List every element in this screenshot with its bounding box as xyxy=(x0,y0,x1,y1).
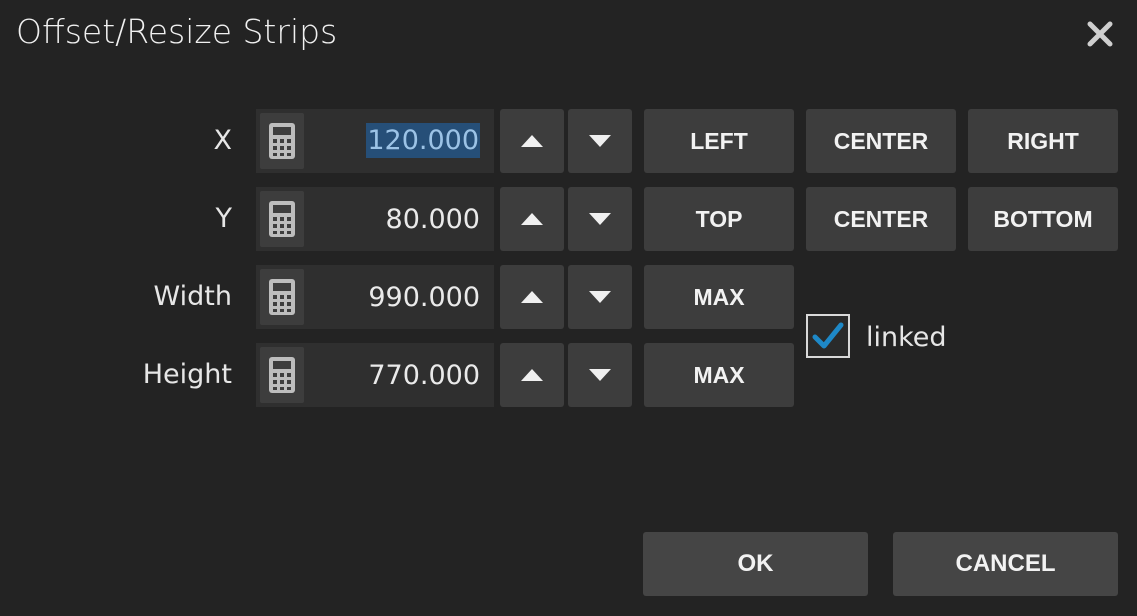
ok-button[interactable]: OK xyxy=(643,532,868,596)
arrow-down-icon xyxy=(589,291,611,303)
width-max-button[interactable]: MAX xyxy=(644,265,794,329)
dialog-title: Offset/Resize Strips xyxy=(16,12,338,51)
align-bottom-button[interactable]: BOTTOM xyxy=(968,187,1118,251)
x-label: X xyxy=(213,125,233,156)
arrow-down-icon xyxy=(589,135,611,147)
calculator-icon xyxy=(269,201,295,237)
arrow-up-icon xyxy=(521,291,543,303)
x-field: 120.000 xyxy=(256,109,494,173)
width-increment-button[interactable] xyxy=(500,265,564,329)
align-right-button[interactable]: RIGHT xyxy=(968,109,1118,173)
y-field xyxy=(256,187,494,251)
align-left-button[interactable]: LEFT xyxy=(644,109,794,173)
arrow-down-icon xyxy=(589,369,611,381)
align-center-y-button[interactable]: CENTER xyxy=(806,187,956,251)
height-increment-button[interactable] xyxy=(500,343,564,407)
arrow-up-icon xyxy=(521,213,543,225)
linked-checkbox[interactable] xyxy=(806,314,850,358)
height-calculator-button[interactable] xyxy=(260,347,304,403)
close-button[interactable] xyxy=(1086,20,1114,48)
width-decrement-button[interactable] xyxy=(568,265,632,329)
height-max-button[interactable]: MAX xyxy=(644,343,794,407)
y-input[interactable] xyxy=(312,187,480,251)
y-calculator-button[interactable] xyxy=(260,191,304,247)
calculator-icon xyxy=(269,357,295,393)
y-label: Y xyxy=(215,203,233,234)
height-decrement-button[interactable] xyxy=(568,343,632,407)
width-calculator-button[interactable] xyxy=(260,269,304,325)
width-input[interactable] xyxy=(312,265,480,329)
height-input[interactable] xyxy=(312,343,480,407)
align-center-x-button[interactable]: CENTER xyxy=(806,109,956,173)
linked-label: linked xyxy=(866,322,947,353)
x-decrement-button[interactable] xyxy=(568,109,632,173)
width-field xyxy=(256,265,494,329)
calculator-icon xyxy=(269,279,295,315)
checkmark-icon xyxy=(812,322,844,349)
x-calculator-button[interactable] xyxy=(260,113,304,169)
arrow-up-icon xyxy=(521,135,543,147)
width-label: Width xyxy=(153,281,232,312)
x-value-selected: 120.000 xyxy=(366,123,480,158)
cancel-button[interactable]: CANCEL xyxy=(893,532,1118,596)
close-icon xyxy=(1087,21,1113,47)
align-top-button[interactable]: TOP xyxy=(644,187,794,251)
arrow-up-icon xyxy=(521,369,543,381)
height-field xyxy=(256,343,494,407)
calculator-icon xyxy=(269,123,295,159)
height-label: Height xyxy=(142,359,232,390)
x-input[interactable]: 120.000 xyxy=(312,109,480,173)
x-increment-button[interactable] xyxy=(500,109,564,173)
y-decrement-button[interactable] xyxy=(568,187,632,251)
arrow-down-icon xyxy=(589,213,611,225)
y-increment-button[interactable] xyxy=(500,187,564,251)
